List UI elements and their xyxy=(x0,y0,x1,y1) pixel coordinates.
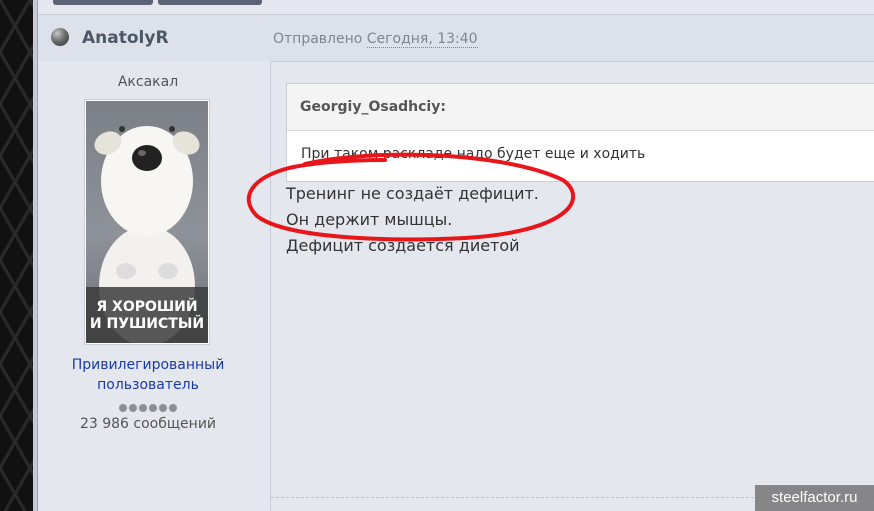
rank-pips xyxy=(118,397,178,412)
quote-text: При таком раскладе надо будет еще и ходи… xyxy=(301,146,646,162)
page-side-decoration xyxy=(0,0,33,511)
watermark: steelfactor.ru xyxy=(755,485,874,511)
posted-info: Отправлено Сегодня, 13:40 xyxy=(273,31,478,48)
post-count: 23 986 сообщений xyxy=(79,416,217,432)
rank-pip xyxy=(129,404,137,412)
user-group-line2: пользователь xyxy=(97,377,199,393)
user-avatar[interactable]: Я ХОРОШИЙ И ПУШИСТЫЙ xyxy=(84,99,210,345)
post-line-2: Он держит мышцы. xyxy=(286,210,453,229)
user-group-line1: Привилегированный xyxy=(71,357,225,373)
avatar-image: Я ХОРОШИЙ И ПУШИСТЫЙ xyxy=(86,101,208,343)
author-link[interactable]: AnatolyR xyxy=(82,28,169,48)
user-group-link[interactable]: Привилегированный пользователь xyxy=(38,355,258,395)
avatar-caption-line1: Я ХОРОШИЙ xyxy=(96,299,198,315)
quote-author: Georgiy_Osadhciy: xyxy=(287,84,874,131)
top-button-2[interactable] xyxy=(158,0,262,5)
rank-pip xyxy=(169,404,177,412)
quote-block: Georgiy_Osadhciy: При таком раскладе над… xyxy=(286,83,874,182)
post-content: Georgiy_Osadhciy: При таком раскладе над… xyxy=(271,61,874,511)
post-header: AnatolyR Отправлено Сегодня, 13:40 xyxy=(38,14,874,62)
posted-date: Сегодня, 13:40 xyxy=(366,31,478,48)
rank-pip xyxy=(149,404,157,412)
post-line-3: Дефицит создается диетой xyxy=(286,236,520,255)
user-info-panel: Аксакал Я ХОРОШИЙ И ПУШИСТЫЙ Привилегиро… xyxy=(38,61,271,511)
offline-status-icon xyxy=(51,28,69,46)
rank-pip xyxy=(139,404,147,412)
posted-prefix: Отправлено xyxy=(273,31,363,47)
top-button-1[interactable] xyxy=(53,0,153,5)
user-rank-title: Аксакал xyxy=(117,74,179,90)
avatar-caption: Я ХОРОШИЙ И ПУШИСТЫЙ xyxy=(86,287,208,343)
rank-pip xyxy=(119,404,127,412)
rank-pip xyxy=(159,404,167,412)
post-line-1: Тренинг не создаёт дефицит. xyxy=(286,184,539,203)
post-body: Тренинг не создаёт дефицит. Он держит мы… xyxy=(286,181,539,259)
avatar-caption-line2: И ПУШИСТЫЙ xyxy=(89,316,205,332)
